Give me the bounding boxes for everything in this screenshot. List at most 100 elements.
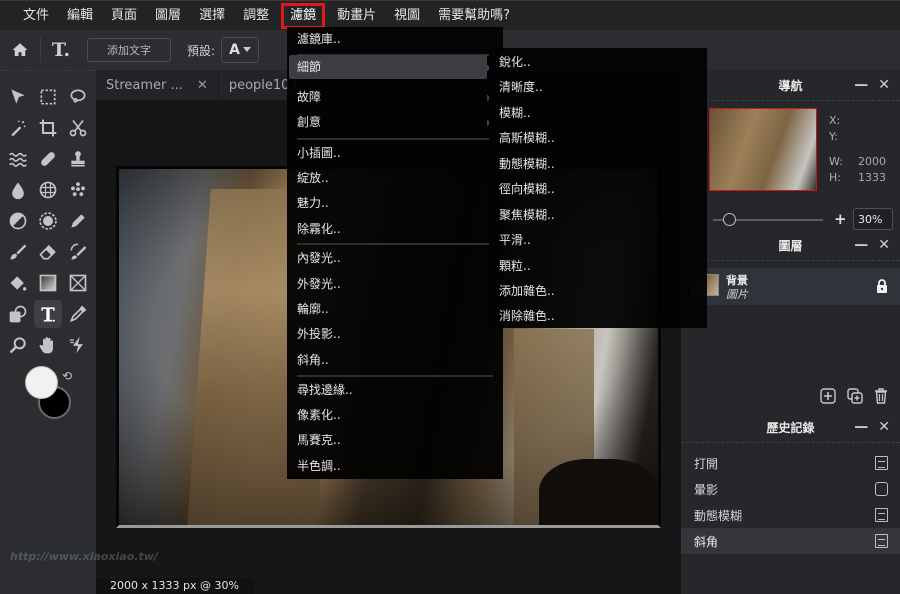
menu-item-bloom[interactable]: 綻放.. (297, 166, 329, 190)
history-item[interactable]: 動態模糊 (681, 502, 900, 528)
menu-item-creative[interactable]: 創意 (297, 110, 321, 134)
history-item[interactable]: 打開 (681, 450, 900, 476)
menu-item-mosaic[interactable]: 馬賽克.. (297, 428, 341, 452)
liquify-tool[interactable] (4, 145, 32, 173)
navigator-thumbnail[interactable] (709, 108, 817, 191)
menu-item-find-edges[interactable]: 尋找邊緣.. (297, 378, 353, 402)
menu-item-halftone[interactable]: 半色調.. (297, 454, 341, 478)
brush-tool[interactable] (4, 238, 32, 266)
scissors-icon (69, 119, 87, 137)
menu-item-dehaze[interactable]: 除霧化.. (297, 217, 341, 241)
lasso-tool[interactable] (64, 83, 92, 111)
submenu-item-gaussian-blur[interactable]: 高斯模糊.. (499, 126, 555, 150)
history-item-selected[interactable]: 斜角 (681, 528, 900, 554)
tab-streamer[interactable]: Streamer ... ✕ (96, 70, 219, 100)
menu-file[interactable]: 文件 (14, 3, 58, 29)
close-icon[interactable]: ✕ (878, 77, 890, 93)
dodge-burn-tool[interactable] (4, 207, 32, 235)
menu-item-inner-glow[interactable]: 內發光.. (297, 246, 341, 270)
x-label: X: (829, 114, 841, 127)
magnifier-icon (9, 337, 26, 354)
menu-filter[interactable]: 濾鏡 (281, 2, 326, 29)
menu-edit[interactable]: 編輯 (58, 3, 102, 29)
menu-page[interactable]: 頁面 (102, 3, 146, 29)
layers-header: 圖層 — ✕ (681, 230, 900, 260)
cut-tool[interactable] (64, 114, 92, 142)
status-bar: 2000 x 1333 px @ 30% (96, 578, 253, 594)
menu-item-bevel[interactable]: 斜角.. (297, 348, 329, 372)
crop-tool[interactable] (34, 114, 62, 142)
menu-bar: 文件 編輯 頁面 圖層 選擇 調整 濾鏡 動畫片 視圖 需要幫助嗎? (0, 0, 900, 30)
swap-colors-icon[interactable]: ⟲ (62, 369, 72, 383)
blur-tool[interactable] (4, 176, 32, 204)
eraser-tool[interactable] (34, 238, 62, 266)
menu-adjust[interactable]: 調整 (234, 3, 278, 29)
menu-item-pixelate[interactable]: 像素化.. (297, 403, 341, 427)
minimize-icon[interactable]: — (854, 237, 868, 253)
zoom-tool[interactable] (4, 331, 32, 359)
pattern-tool[interactable] (64, 176, 92, 204)
menu-item-vignette[interactable]: 小插圖.. (297, 141, 341, 165)
add-text-button[interactable]: 添加文字 (87, 38, 171, 62)
menu-item-glamour[interactable]: 魅力.. (297, 191, 329, 215)
menu-layer[interactable]: 圖層 (146, 3, 190, 29)
marquee-tool[interactable] (34, 83, 62, 111)
submenu-item-reduce-noise[interactable]: 消除雜色.. (499, 304, 555, 328)
pen-tool[interactable] (64, 207, 92, 235)
menu-item-details[interactable]: 細節 (289, 55, 487, 79)
gradient-icon (39, 274, 57, 292)
menu-item-outer-glow[interactable]: 外發光.. (297, 272, 341, 296)
close-icon[interactable]: ✕ (878, 419, 890, 435)
history-item[interactable]: 暈影 (681, 476, 900, 502)
gradient-tool[interactable] (34, 269, 62, 297)
menu-item-stroke[interactable]: 輪廓.. (297, 297, 329, 321)
healing-tool[interactable] (34, 145, 62, 173)
sponge-tool[interactable] (34, 176, 62, 204)
close-icon[interactable]: ✕ (197, 78, 208, 93)
duplicate-layer-icon[interactable] (847, 388, 863, 404)
add-layer-icon[interactable] (820, 388, 836, 404)
minimize-icon[interactable]: — (854, 419, 868, 435)
foreground-color-swatch[interactable] (25, 366, 58, 399)
submenu-item-radial-blur[interactable]: 徑向模糊.. (499, 177, 555, 201)
zoom-input[interactable]: 30% (853, 208, 893, 230)
submenu-item-grain[interactable]: 顆粒.. (499, 254, 531, 278)
shape-tool[interactable] (64, 269, 92, 297)
sun-gear-icon (39, 212, 57, 230)
submenu-item-motion-blur[interactable]: 動態模糊.. (499, 152, 555, 176)
paint-bucket-tool[interactable] (4, 269, 32, 297)
home-button[interactable] (0, 30, 40, 70)
submenu-item-smooth[interactable]: 平滑.. (499, 228, 531, 252)
zoom-slider-handle[interactable] (723, 213, 736, 226)
preset-dropdown[interactable]: A (221, 37, 260, 63)
move-tool[interactable] (4, 83, 32, 111)
zoom-in-icon[interactable]: + (834, 210, 847, 228)
lock-icon[interactable] (876, 279, 888, 293)
menu-animation[interactable]: 動畫片 (328, 3, 385, 29)
sharpen-tool[interactable] (34, 207, 62, 235)
hand-tool[interactable] (34, 331, 62, 359)
history-label: 打開 (694, 456, 719, 471)
menu-help[interactable]: 需要幫助嗎? (429, 3, 519, 29)
menu-view[interactable]: 視圖 (385, 3, 429, 29)
close-icon[interactable]: ✕ (878, 237, 890, 253)
magic-wand-tool[interactable] (4, 114, 32, 142)
layer-item[interactable]: 背景 圖片 (681, 268, 900, 305)
trash-icon[interactable] (874, 388, 888, 404)
replace-color-tool[interactable] (64, 238, 92, 266)
submenu-item-clarity[interactable]: 清晰度.. (499, 75, 543, 99)
text-tool[interactable] (34, 300, 62, 328)
menu-item-filter-gallery[interactable]: 濾鏡庫.. (297, 27, 341, 51)
clone-stamp-tool[interactable] (64, 145, 92, 173)
submenu-item-blur[interactable]: 模糊.. (499, 101, 531, 125)
minimize-icon[interactable]: — (854, 77, 868, 93)
quick-action-tool[interactable] (64, 331, 92, 359)
menu-select[interactable]: 選擇 (190, 3, 234, 29)
submenu-item-focus-blur[interactable]: 聚焦模糊.. (499, 203, 555, 227)
object-select-tool[interactable] (4, 300, 32, 328)
menu-item-glitch[interactable]: 故障 (297, 85, 321, 109)
submenu-item-add-noise[interactable]: 添加雜色.. (499, 279, 555, 303)
submenu-item-sharpen[interactable]: 銳化.. (499, 50, 531, 74)
menu-item-drop-shadow[interactable]: 外投影.. (297, 322, 341, 346)
eyedropper-tool[interactable] (64, 300, 92, 328)
